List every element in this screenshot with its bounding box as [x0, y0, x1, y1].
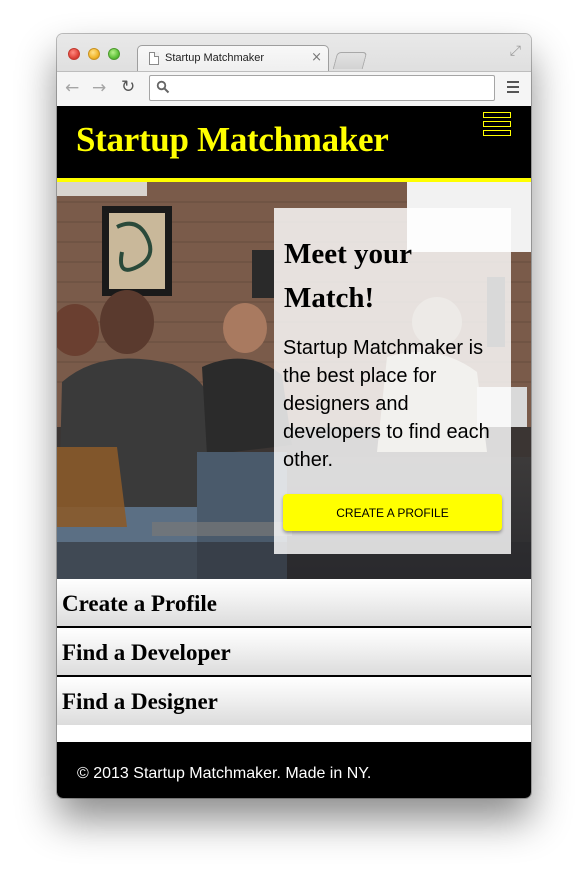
new-tab-button[interactable]: [332, 52, 368, 69]
page-icon: [149, 52, 159, 65]
browser-tab[interactable]: Startup Matchmaker ×: [137, 45, 329, 71]
fullscreen-icon[interactable]: ⤢: [510, 43, 521, 59]
browser-window: Startup Matchmaker × ⤢ ← → ↻ Startup Mat…: [57, 34, 531, 798]
nav-item-find-developer[interactable]: Find a Developer: [57, 628, 531, 677]
create-profile-button[interactable]: CREATE A PROFILE: [283, 494, 502, 531]
site-title[interactable]: Startup Matchmaker: [76, 120, 389, 160]
back-arrow-icon[interactable]: ←: [65, 78, 79, 98]
hero-card: Meet your Match! Startup Matchmaker is t…: [274, 208, 511, 554]
site-nav: Create a Profile Find a Developer Find a…: [57, 579, 531, 725]
tab-title: Startup Matchmaker: [165, 52, 265, 64]
hamburger-menu-icon[interactable]: [483, 112, 513, 140]
browser-chrome: Startup Matchmaker × ⤢ ← → ↻: [57, 34, 531, 106]
forward-arrow-icon[interactable]: →: [92, 78, 106, 98]
zoom-window-icon[interactable]: [108, 48, 120, 60]
menu-icon[interactable]: [507, 81, 519, 93]
search-icon: [156, 80, 170, 94]
close-window-icon[interactable]: [68, 48, 80, 60]
tab-close-icon[interactable]: ×: [311, 50, 322, 65]
nav-item-create-profile[interactable]: Create a Profile: [57, 579, 531, 628]
site-footer: © 2013 Startup Matchmaker. Made in NY.: [57, 742, 531, 798]
browser-toolbar: ← → ↻: [57, 71, 531, 106]
hero-heading: Meet your Match!: [284, 238, 412, 314]
reload-icon[interactable]: ↻: [121, 77, 135, 97]
footer-text: © 2013 Startup Matchmaker. Made in NY.: [77, 765, 372, 782]
address-bar[interactable]: [149, 75, 495, 101]
page-viewport: Startup Matchmaker Meet your Match! Star…: [57, 106, 531, 798]
hero-section: Meet your Match! Startup Matchmaker is t…: [57, 182, 531, 579]
hero-text: Startup Matchmaker is the best place for…: [283, 337, 490, 471]
nav-item-find-designer[interactable]: Find a Designer: [57, 677, 531, 725]
site-header: Startup Matchmaker: [57, 106, 531, 182]
minimize-window-icon[interactable]: [88, 48, 100, 60]
address-input[interactable]: [176, 79, 486, 97]
